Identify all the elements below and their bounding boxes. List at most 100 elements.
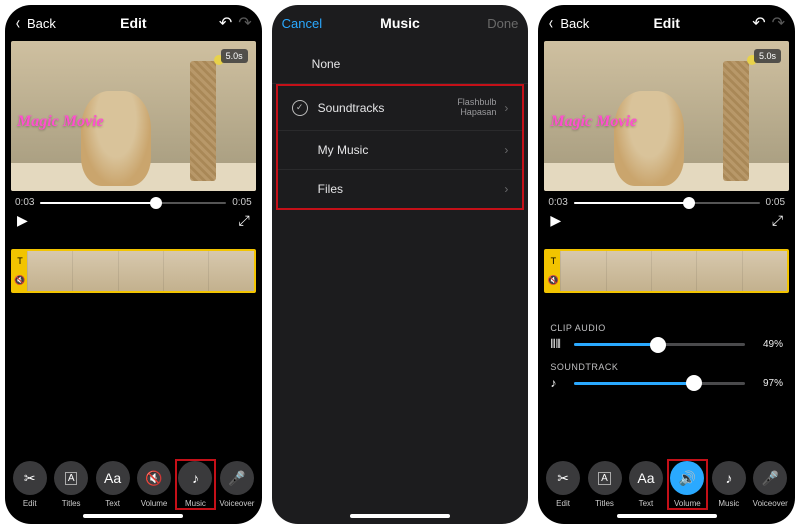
music-note-icon: ♪ (192, 470, 199, 486)
tool-text[interactable]: AaText (94, 461, 131, 508)
video-preview[interactable]: 5.0s Magic Movie (11, 41, 256, 191)
undo-button[interactable]: ↶ (752, 13, 765, 33)
clip-handles[interactable]: T🔇 (13, 251, 27, 291)
back-label: Back (560, 16, 589, 31)
phone-edit-music: ‹ Back Edit ↶ ↷ 5.0s Magic Movie 0:03 0:… (5, 5, 262, 524)
clip-handles[interactable]: T🔇 (546, 251, 560, 291)
time-total: 0:05 (232, 197, 251, 208)
row-none[interactable]: None (272, 45, 529, 84)
row-label: None (312, 57, 341, 71)
row-files[interactable]: Files › (278, 170, 523, 208)
tool-row: ✂Edit ATitles AaText 🔇Volume ♪Music 🎤Voi… (5, 455, 262, 510)
chevron-right-icon: › (504, 101, 508, 115)
redo-button[interactable]: ↷ (772, 13, 785, 33)
tool-voiceover[interactable]: 🎤Voiceover (752, 461, 789, 508)
scissors-icon: ✂ (557, 470, 569, 487)
row-label: Files (318, 182, 343, 196)
home-indicator[interactable] (350, 514, 450, 518)
soundtrack-slider[interactable]: ♪ 97% (550, 376, 783, 390)
scrub-track[interactable] (40, 202, 226, 204)
titles-icon: A (598, 472, 611, 485)
scrub-track[interactable] (574, 202, 760, 204)
text-icon: Aa (104, 470, 121, 486)
tool-text[interactable]: AaText (627, 461, 664, 508)
redo-button[interactable]: ↷ (238, 13, 251, 33)
navbar: ‹ Back Edit ↶ ↷ (5, 5, 262, 41)
microphone-icon: 🎤 (228, 470, 245, 487)
scrubber[interactable]: 0:03 0:05 (538, 191, 795, 210)
time-current: 0:03 (15, 197, 34, 208)
row-label: My Music (318, 143, 369, 157)
row-soundtracks[interactable]: ✓ Soundtracks Flashbulb Hapasan › (278, 86, 523, 131)
tool-music[interactable]: ♪Music (710, 461, 747, 508)
clip-audio-slider[interactable]: ⦀⦀ 49% (550, 337, 783, 352)
slider-knob[interactable] (686, 375, 702, 391)
microphone-icon: 🎤 (762, 470, 779, 487)
duration-badge: 5.0s (754, 49, 781, 63)
page-title: Music (380, 15, 420, 31)
tool-edit[interactable]: ✂Edit (11, 461, 48, 508)
video-preview[interactable]: 5.0s Magic Movie (544, 41, 789, 191)
undo-button[interactable]: ↶ (219, 13, 232, 33)
tool-row: ✂Edit ATitles AaText 🔊Volume ♪Music 🎤Voi… (538, 455, 795, 510)
row-my-music[interactable]: My Music › (278, 131, 523, 170)
clip-audio-label: CLIP AUDIO (550, 323, 783, 333)
tool-music[interactable]: ♪Music (177, 461, 214, 508)
tool-edit[interactable]: ✂Edit (544, 461, 581, 508)
back-button[interactable]: ‹ Back (548, 14, 610, 32)
speaker-icon: 🔊 (679, 470, 696, 487)
time-current: 0:03 (548, 197, 567, 208)
play-button[interactable]: ▶ (550, 212, 561, 229)
chevron-left-icon: ‹ (549, 14, 553, 32)
chevron-right-icon: › (504, 182, 508, 196)
scissors-icon: ✂ (24, 470, 36, 487)
row-subtitle: Flashbulb Hapasan (457, 98, 496, 118)
clip-audio-value: 49% (753, 339, 783, 350)
scrub-knob[interactable] (683, 197, 695, 209)
phone-edit-volume: ‹ Back Edit ↶ ↷ 5.0s Magic Movie 0:03 0:… (538, 5, 795, 524)
slider-knob[interactable] (650, 337, 666, 353)
time-total: 0:05 (766, 197, 785, 208)
highlighted-group: ✓ Soundtracks Flashbulb Hapasan › My Mus… (276, 84, 525, 210)
music-list: None ✓ Soundtracks Flashbulb Hapasan › M… (272, 45, 529, 210)
soundtrack-value: 97% (753, 378, 783, 389)
navbar: ‹ Back Edit ↶ ↷ (538, 5, 795, 41)
tool-volume[interactable]: 🔊Volume (669, 461, 706, 508)
checkmark-icon: ✓ (292, 100, 308, 116)
waveform-icon: ⦀⦀ (550, 337, 566, 352)
page-title: Edit (653, 15, 679, 31)
tool-titles[interactable]: ATitles (586, 461, 623, 508)
home-indicator[interactable] (617, 514, 717, 518)
row-label: Soundtracks (318, 101, 385, 115)
timeline[interactable]: T🔇 (11, 249, 256, 293)
phone-music-picker: Cancel Music Done None ✓ Soundtracks Fla… (272, 5, 529, 524)
play-button[interactable]: ▶ (17, 212, 28, 229)
timeline[interactable]: T🔇 (544, 249, 789, 293)
scrub-knob[interactable] (150, 197, 162, 209)
done-button: Done (487, 16, 518, 31)
back-label: Back (27, 16, 56, 31)
text-icon: Aa (637, 470, 654, 486)
page-title: Edit (120, 15, 146, 31)
home-indicator[interactable] (83, 514, 183, 518)
tool-titles[interactable]: ATitles (52, 461, 89, 508)
music-note-icon: ♪ (550, 376, 566, 390)
titles-icon: A (65, 472, 78, 485)
volume-panel: CLIP AUDIO ⦀⦀ 49% SOUNDTRACK ♪ 97% (538, 313, 795, 390)
chevron-left-icon: ‹ (16, 14, 20, 32)
soundtrack-label: SOUNDTRACK (550, 362, 783, 372)
fullscreen-button[interactable]: ⤢ (238, 212, 249, 229)
duration-badge: 5.0s (221, 49, 248, 63)
navbar: Cancel Music Done (272, 5, 529, 41)
tool-voiceover[interactable]: 🎤Voiceover (218, 461, 255, 508)
chevron-right-icon: › (504, 143, 508, 157)
music-note-icon: ♪ (725, 470, 732, 486)
mute-icon: 🔇 (145, 470, 162, 487)
cancel-button[interactable]: Cancel (282, 16, 322, 31)
scrubber[interactable]: 0:03 0:05 (5, 191, 262, 210)
fullscreen-button[interactable]: ⤢ (772, 212, 783, 229)
tool-volume[interactable]: 🔇Volume (135, 461, 172, 508)
title-overlay: Magic Movie (550, 113, 637, 131)
back-button[interactable]: ‹ Back (15, 14, 77, 32)
title-overlay: Magic Movie (17, 113, 104, 131)
